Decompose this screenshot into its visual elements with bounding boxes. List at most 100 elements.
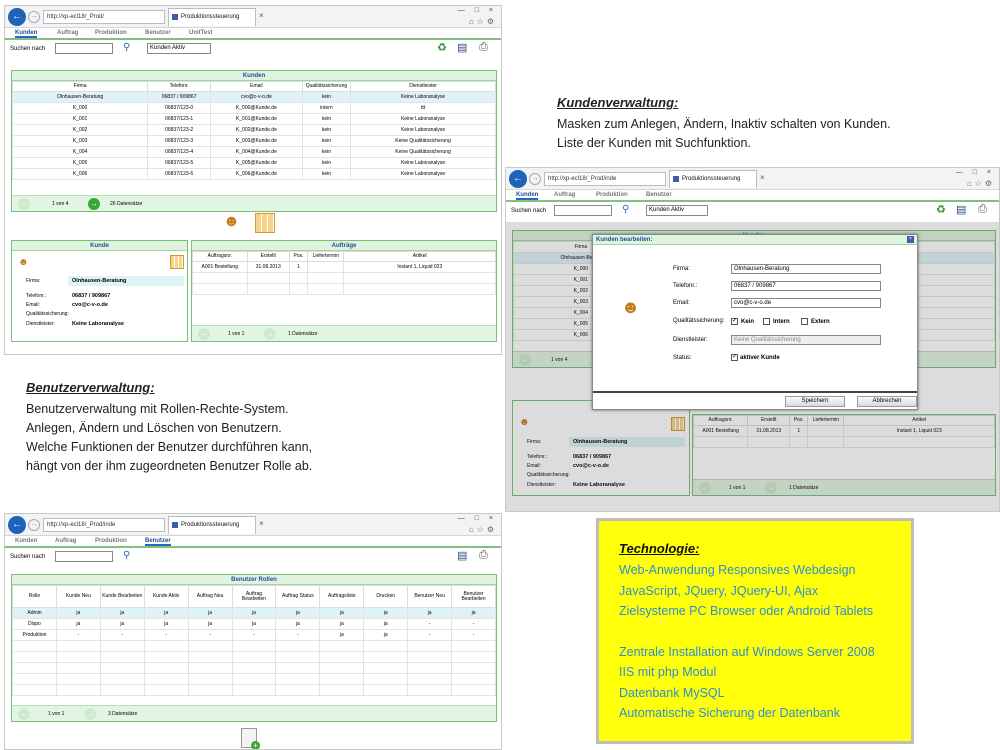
address-bar[interactable]: http://xp-ecl18/_Prod/inde (544, 172, 666, 186)
col-qs[interactable]: Qualitätssicherung (301, 81, 352, 92)
address-bar[interactable]: http://xp-ecl18/_Prod/inde (43, 518, 165, 532)
edit-kunde-icon[interactable] (170, 255, 184, 269)
dl-input[interactable]: Keine Qualitätssicherung (731, 335, 881, 345)
col-rolle-2[interactable]: Kunde Bearbeiten (99, 585, 145, 608)
filter-select[interactable]: Kunden Aktiv (147, 43, 211, 54)
forward-arrow-icon[interactable]: → (529, 173, 541, 185)
search-icon[interactable]: ⚲ (622, 204, 629, 215)
qs-intern-checkbox[interactable] (763, 318, 770, 325)
table-row[interactable]: K_005 06837/123-5 K_005@Kunde.de kein Keine … (11, 157, 496, 169)
forward-arrow-icon[interactable]: → (28, 519, 40, 531)
col-dienstleister[interactable]: Dienstleister (350, 81, 496, 92)
col-erstellt[interactable]: Erstellt (246, 251, 290, 262)
forward-arrow-icon[interactable]: → (28, 11, 40, 23)
nav-kunden[interactable]: Kunden (15, 30, 38, 38)
nav-benutzer[interactable]: Benutzer (145, 538, 171, 546)
col-rolle-5[interactable]: Auftrag Bearbeiten (231, 585, 277, 608)
col-telefon[interactable]: Telefonr. (147, 81, 212, 92)
address-bar[interactable]: http://xp-ecl18/_Prod/ (43, 10, 165, 24)
nav-kunden[interactable]: Kunden (15, 538, 37, 544)
next-page-icon[interactable]: → (84, 708, 96, 720)
firma-input[interactable]: Olnhausen-Beratung (731, 264, 881, 274)
table-row[interactable]: K_001 06837/123-1 K_001@Kunde.de kein Keine … (11, 113, 496, 125)
table-row[interactable]: K_002 06837/123-2 K_002@Kunde.de kein Keine … (11, 124, 496, 136)
nav-produktion[interactable]: Produktion (95, 30, 127, 36)
col-rolle-7[interactable]: Auftragsliste (319, 585, 365, 608)
nav-produktion[interactable]: Produktion (95, 538, 127, 544)
add-user-icon[interactable]: ☻ (223, 213, 240, 231)
table-row[interactable]: Olnhausen-Beratung 06837 / 909867 cvo@c-v-… (11, 91, 496, 103)
save-button[interactable]: Speichern (785, 396, 845, 407)
close-tab-icon[interactable]: × (259, 11, 264, 20)
table-row[interactable]: Produktion - - - - - - ja ja - - (12, 629, 496, 641)
col-rolle-9[interactable]: Benutzer Neu (407, 585, 453, 608)
refresh-icon[interactable]: ♻ (936, 203, 946, 216)
table-row[interactable]: K_000 06837/123-0 K_000@Kunde.de intern ttt (11, 102, 496, 114)
next-page-icon[interactable]: → (88, 198, 100, 210)
table-row[interactable]: A001 Bestellung 31.08.2013 1 Instant 1, … (192, 261, 496, 273)
window-controls-icon[interactable]: — □ × (458, 7, 497, 14)
window-controls-icon[interactable]: — □ × (458, 515, 497, 522)
home-star-gear-icon[interactable]: ⌂☆⚙ (967, 179, 995, 188)
table-row[interactable]: K_003 06837/123-3 K_003@Kunde.de kein Keine … (11, 135, 496, 147)
home-star-gear-icon[interactable]: ⌂☆⚙ (469, 17, 497, 26)
table-row[interactable]: K_006 06837/123-6 K_006@Kunde.de kein Keine … (11, 168, 496, 180)
col-email[interactable]: Email (210, 81, 303, 92)
col-artikel[interactable]: Artikel (343, 251, 496, 262)
computer-icon[interactable]: ▤ (956, 203, 966, 216)
telefon-input[interactable]: 06837 / 909867 (731, 281, 881, 291)
qs-extern-checkbox[interactable] (801, 318, 808, 325)
table-row[interactable]: K_004 06837/123-4 K_004@Kunde.de kein Keine … (11, 146, 496, 158)
window-controls-icon[interactable]: — □ × (956, 169, 995, 176)
browser-tab[interactable]: Produktionssteuerung (168, 516, 256, 534)
refresh-icon[interactable]: ♻ (437, 41, 447, 54)
col-rolle-8[interactable]: Drucken (363, 585, 409, 608)
search-icon[interactable]: ⚲ (123, 42, 130, 53)
next-page-icon[interactable]: → (264, 328, 276, 340)
col-rolle-1[interactable]: Kunde Neu (55, 585, 101, 608)
search-input[interactable] (55, 43, 113, 54)
search-input[interactable] (55, 551, 113, 562)
col-liefertermin[interactable]: Liefertermin (307, 251, 345, 262)
col-rolle-0[interactable]: Rolle (12, 585, 57, 608)
add-table-icon[interactable] (255, 213, 275, 233)
col-rolle-3[interactable]: Kunde Aktiv (143, 585, 189, 608)
nav-auftrag[interactable]: Auftrag (57, 30, 78, 36)
nav-unittest[interactable]: UnitTest (189, 30, 213, 36)
browser-tab[interactable]: Produktionssteuerung (669, 170, 757, 188)
computer-icon[interactable]: ▤ (457, 41, 467, 54)
prev-page-icon[interactable]: ← (198, 328, 210, 340)
col-pos[interactable]: Pos. (288, 251, 309, 262)
back-arrow-icon[interactable]: ← (509, 170, 527, 188)
search-input[interactable] (554, 205, 612, 216)
back-arrow-icon[interactable]: ← (8, 8, 26, 26)
nav-auftrag[interactable]: Auftrag (554, 192, 575, 198)
nav-produktion[interactable]: Produktion (596, 192, 628, 198)
status-checkbox[interactable]: ✓ (731, 354, 738, 361)
home-star-gear-icon[interactable]: ⌂☆⚙ (469, 525, 497, 534)
col-firma[interactable]: Firma (11, 81, 149, 92)
computer-icon[interactable]: ▤ (457, 549, 467, 562)
col-rolle-6[interactable]: Auftrag Status (275, 585, 321, 608)
close-tab-icon[interactable]: × (760, 173, 765, 182)
nav-benutzer[interactable]: Benutzer (145, 30, 171, 36)
table-row[interactable]: Dispo ja ja ja ja ja ja ja ja - - (12, 618, 496, 630)
printer-icon[interactable]: ⎙ (479, 549, 488, 562)
qs-kein-checkbox[interactable]: ✓ (731, 318, 738, 325)
nav-kunden[interactable]: Kunden (516, 192, 539, 200)
dialog-close-icon[interactable]: × (907, 236, 914, 243)
close-tab-icon[interactable]: × (259, 519, 264, 528)
col-rolle-4[interactable]: Auftrag Neu (187, 585, 233, 608)
add-document-icon[interactable]: + (241, 728, 260, 749)
table-row[interactable]: Admin ja ja ja ja ja ja ja ja ja ja (12, 607, 496, 619)
nav-auftrag[interactable]: Auftrag (55, 538, 76, 544)
cancel-button[interactable]: Abbrechen (857, 396, 917, 407)
filter-select[interactable]: Kunden Aktiv (646, 205, 708, 216)
col-rolle-10[interactable]: Benutzer Bearbeiten (451, 585, 496, 608)
email-input[interactable]: cvo@c-v-o.de (731, 298, 881, 308)
prev-page-icon[interactable]: ← (18, 708, 30, 720)
nav-benutzer[interactable]: Benutzer (646, 192, 672, 198)
browser-tab[interactable]: Produktionssteuerung (168, 8, 256, 26)
printer-icon[interactable]: ⎙ (978, 203, 987, 216)
printer-icon[interactable]: ⎙ (479, 41, 488, 54)
